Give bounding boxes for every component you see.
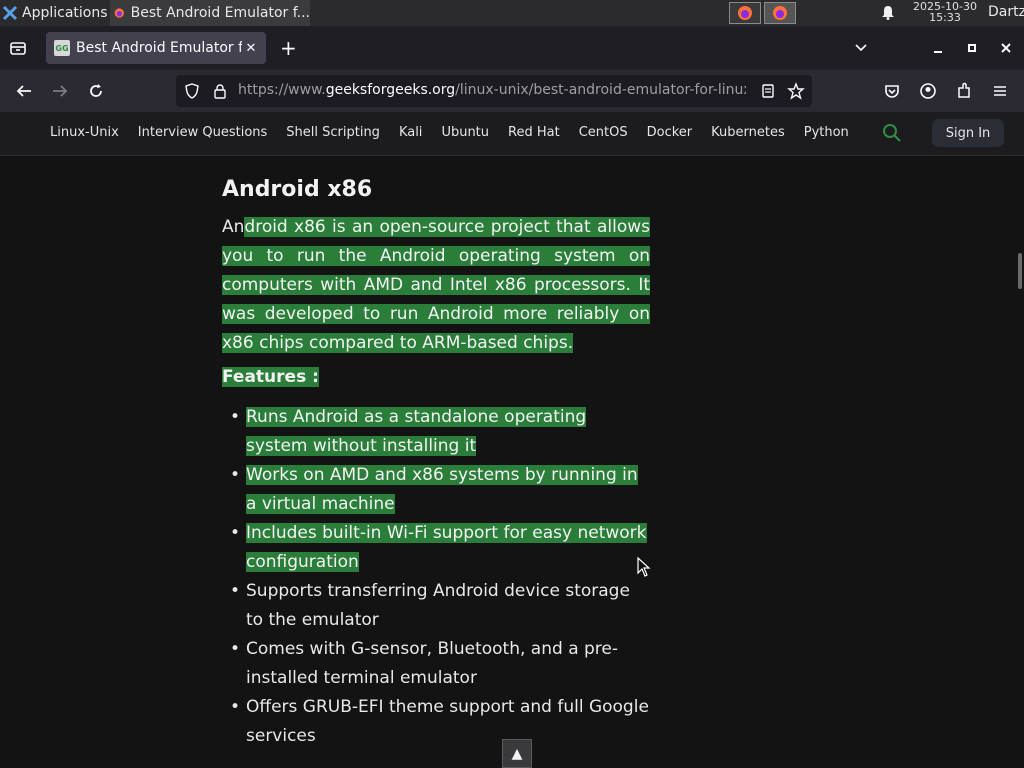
tracking-shield-icon[interactable] xyxy=(182,81,202,101)
bullet-icon: • xyxy=(230,465,241,485)
site-nav-links: Linux-Unix Interview Questions Shell Scr… xyxy=(50,125,868,140)
pocket-icon[interactable] xyxy=(882,81,902,101)
gfg-favicon-icon: GG xyxy=(54,40,70,56)
tab-title: Best Android Emulator for Linux xyxy=(76,40,242,56)
list-item: • Comes with G-sensor, Bluetooth, and a p… xyxy=(230,635,650,693)
features-label: Features : xyxy=(222,363,319,391)
list-item-text: Supports transferring Android device sto… xyxy=(246,581,630,630)
paragraph-lead: An xyxy=(222,217,245,237)
page-content: Android x86 Android x86 is an open-sourc… xyxy=(0,157,1024,768)
clock[interactable]: 2025-10-30 15:33 xyxy=(908,1,982,23)
reload-icon[interactable] xyxy=(86,81,106,101)
bullet-icon: • xyxy=(230,639,241,659)
bullet-icon: • xyxy=(230,581,241,601)
url-prefix: https://www. xyxy=(238,82,326,98)
workspace-thumbnail-2[interactable] xyxy=(764,2,796,24)
bullet-icon: • xyxy=(230,697,241,717)
reader-view-icon[interactable] xyxy=(758,81,778,101)
list-item-text: Comes with G-sensor, Bluetooth, and a pr… xyxy=(246,639,619,688)
bookmark-star-icon[interactable] xyxy=(786,81,806,101)
account-icon[interactable] xyxy=(918,81,938,101)
extensions-icon[interactable] xyxy=(954,81,974,101)
url-host: geeksforgeeks.org xyxy=(325,82,456,98)
taskbar-window-title: Best Android Emulator f... xyxy=(130,5,310,21)
list-item: • Offers GRUB-EFI theme support and full … xyxy=(230,693,650,751)
bullet-icon: • xyxy=(230,407,241,427)
mouse-cursor-icon xyxy=(637,556,651,581)
list-item-text: Includes built-in Wi-Fi support for easy… xyxy=(246,523,647,572)
highlighted-text: droid x86 is an open-source project that… xyxy=(222,217,650,353)
nav-link-ubuntu[interactable]: Ubuntu xyxy=(441,125,489,140)
xfce-logo-icon xyxy=(2,5,18,21)
nav-link-shell-scripting[interactable]: Shell Scripting xyxy=(286,125,380,140)
list-item: • Works on AMD and x86 systems by running… xyxy=(230,461,650,519)
list-item-text: Offers GRUB-EFI theme support and full G… xyxy=(246,697,649,746)
firefox-view-icon[interactable] xyxy=(8,38,28,62)
minimize-icon[interactable] xyxy=(932,40,944,59)
maximize-icon[interactable] xyxy=(966,40,978,59)
list-item-text: Runs Android as a standalone operating s… xyxy=(246,407,587,456)
section-heading: Android x86 xyxy=(222,177,373,202)
taskbar-window-button[interactable]: Best Android Emulator f... xyxy=(110,0,310,26)
list-item: • Supports transferring Android device st… xyxy=(230,577,650,635)
intro-paragraph: Android x86 is an open-source project th… xyxy=(222,213,650,358)
sign-in-button[interactable]: Sign In xyxy=(932,119,1004,147)
tab-close-icon[interactable]: ✕ xyxy=(242,41,260,56)
notification-bell-icon[interactable] xyxy=(880,4,896,24)
url-path: /linux-unix/best-android-emulator-for-li… xyxy=(455,82,746,98)
taskbar: Applications Best Android Emulator f... … xyxy=(0,0,1024,26)
nav-link-linux-unix[interactable]: Linux-Unix xyxy=(50,125,119,140)
scrollbar-thumb[interactable] xyxy=(1018,253,1022,289)
bullet-icon: • xyxy=(230,523,241,543)
url-bar[interactable]: https://www.geeksforgeeks.org/linux-unix… xyxy=(176,75,812,107)
close-window-icon[interactable] xyxy=(1000,40,1012,59)
list-item-text: Works on AMD and x86 systems by running … xyxy=(246,465,638,514)
scroll-to-top-button[interactable]: ▲ xyxy=(502,739,532,768)
url-text[interactable]: https://www.geeksforgeeks.org/linux-unix… xyxy=(238,82,746,98)
features-list: • Runs Android as a standalone operating … xyxy=(230,403,650,751)
new-tab-icon[interactable]: + xyxy=(280,38,297,58)
nav-link-docker[interactable]: Docker xyxy=(647,125,693,140)
applications-menu[interactable]: Applications xyxy=(2,3,108,23)
tab-strip: GG Best Android Emulator for Linux ✕ + xyxy=(0,26,1024,70)
tab-list-chevron-icon[interactable] xyxy=(854,40,868,59)
search-icon[interactable] xyxy=(882,123,902,147)
forward-arrow-icon[interactable] xyxy=(50,81,70,101)
padlock-icon[interactable] xyxy=(210,81,230,101)
user-menu[interactable]: Dartz xyxy=(988,4,1024,20)
site-navigation: Linux-Unix Interview Questions Shell Scr… xyxy=(0,112,1024,156)
nav-link-interview-questions[interactable]: Interview Questions xyxy=(138,125,268,140)
clock-time: 15:33 xyxy=(929,11,961,24)
firefox-icon xyxy=(738,6,752,20)
nav-link-red-hat[interactable]: Red Hat xyxy=(508,125,560,140)
firefox-icon xyxy=(114,8,124,18)
applications-label: Applications xyxy=(22,5,108,21)
list-item: • Includes built-in Wi-Fi support for eas… xyxy=(230,519,650,577)
firefox-icon xyxy=(773,6,787,20)
workspace-thumbnail-1[interactable] xyxy=(729,2,761,24)
nav-link-kali[interactable]: Kali xyxy=(399,125,423,140)
back-arrow-icon[interactable] xyxy=(14,81,34,101)
navigation-toolbar: https://www.geeksforgeeks.org/linux-unix… xyxy=(0,70,1024,112)
nav-link-python[interactable]: Python xyxy=(804,125,849,140)
hamburger-menu-icon[interactable] xyxy=(990,81,1010,101)
nav-link-kubernetes[interactable]: Kubernetes xyxy=(711,125,785,140)
nav-link-centos[interactable]: CentOS xyxy=(579,125,628,140)
tab-active[interactable]: GG Best Android Emulator for Linux ✕ xyxy=(46,32,266,64)
features-label-text: Features : xyxy=(222,367,319,387)
list-item: • Runs Android as a standalone operating … xyxy=(230,403,650,461)
